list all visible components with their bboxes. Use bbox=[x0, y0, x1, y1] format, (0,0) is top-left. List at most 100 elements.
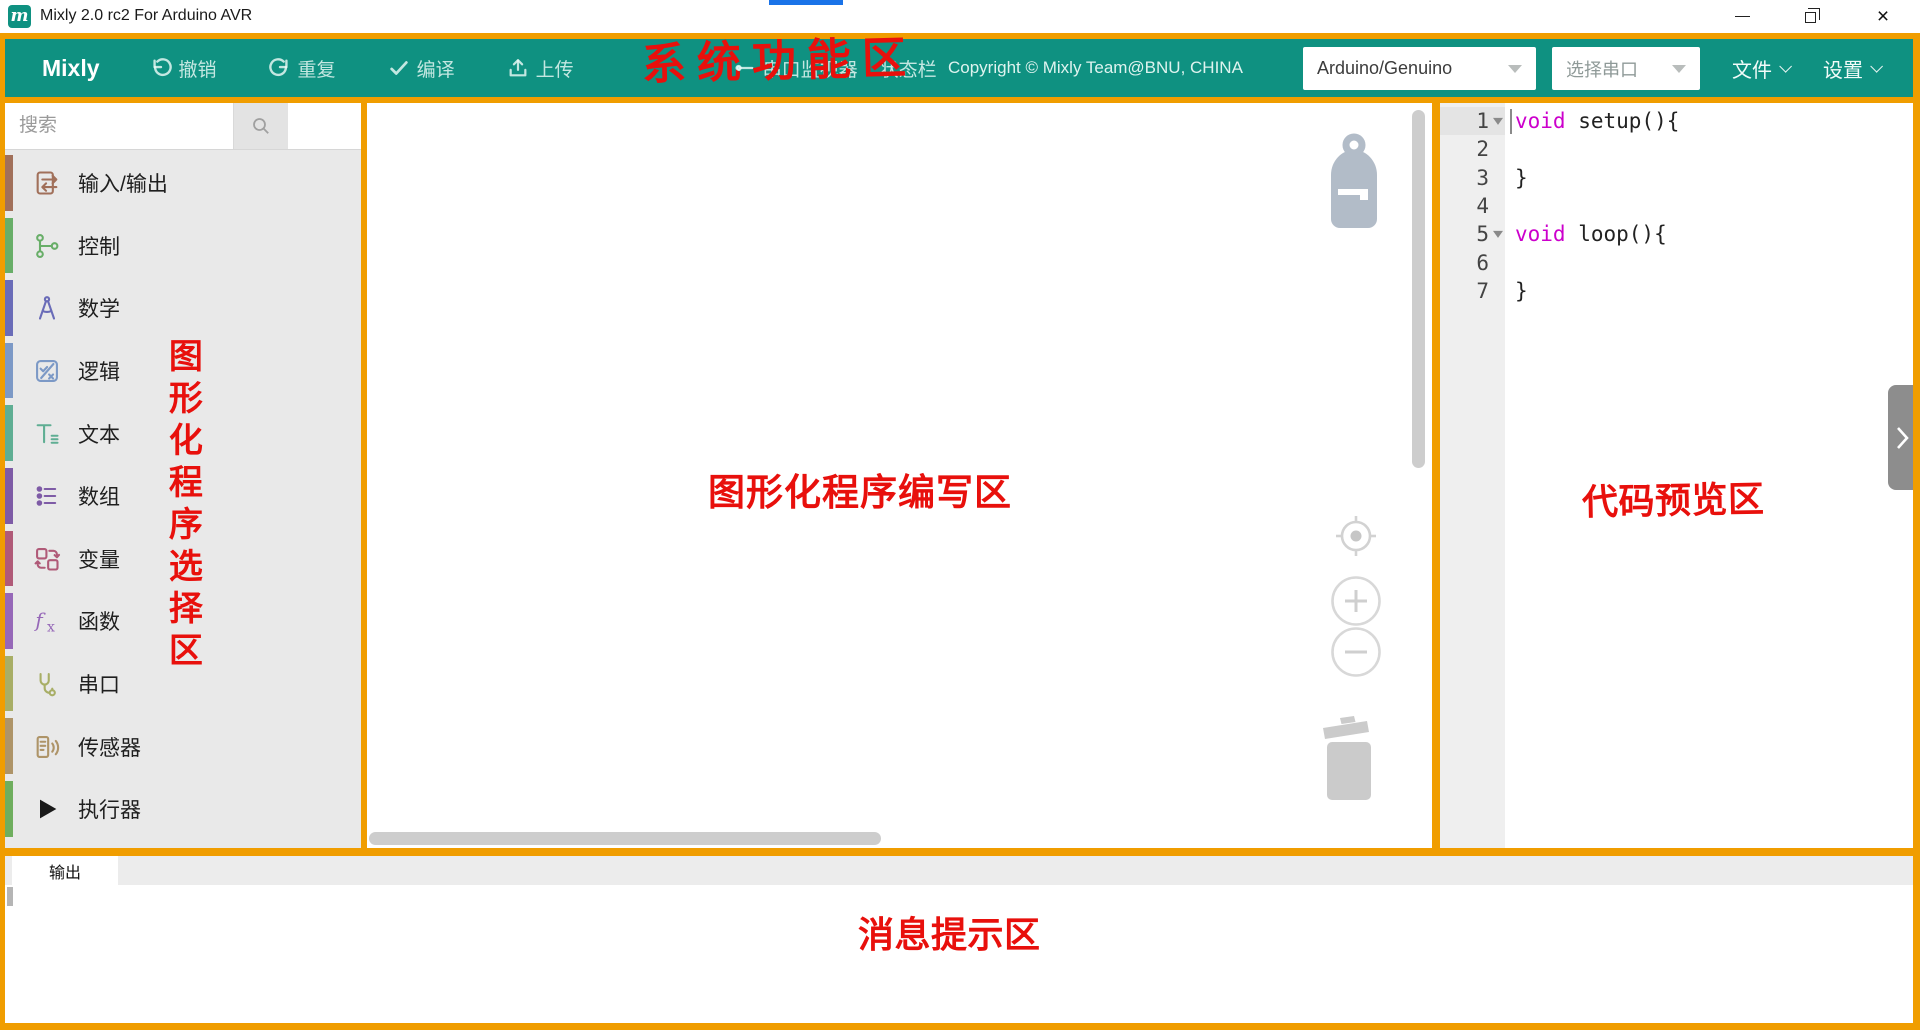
category-color-bar bbox=[5, 531, 13, 587]
sidebar-item-io[interactable]: 输入/输出 bbox=[5, 152, 361, 215]
undo-icon bbox=[150, 57, 172, 79]
search-row bbox=[5, 103, 361, 150]
copyright-text: Copyright © Mixly Team@BNU, CHINA bbox=[948, 39, 1243, 97]
sidebar-item-array[interactable]: 数组 bbox=[5, 465, 361, 528]
trash-icon[interactable] bbox=[1318, 710, 1380, 807]
restore-button[interactable] bbox=[1787, 0, 1833, 32]
settings-menu-label: 设置 bbox=[1823, 54, 1863, 83]
undo-button[interactable]: 撤销 bbox=[150, 55, 217, 82]
search-button[interactable] bbox=[233, 103, 288, 149]
serial-monitor-button[interactable]: 串口监视器 bbox=[734, 55, 858, 82]
zoom-reset-button[interactable] bbox=[1333, 513, 1379, 564]
backpack-icon[interactable] bbox=[1322, 133, 1386, 235]
mixly-window: m Mixly 2.0 rc2 For Arduino AVR × Mixly … bbox=[0, 0, 1920, 1030]
category-label: 数学 bbox=[78, 293, 120, 323]
line-number: 2 bbox=[1440, 135, 1505, 163]
close-icon: × bbox=[1877, 6, 1889, 27]
mixly-menu[interactable]: Mixly bbox=[42, 55, 100, 82]
board-select-value: Arduino/Genuino bbox=[1317, 58, 1500, 79]
search-input[interactable] bbox=[5, 103, 233, 149]
message-panel: 输出 bbox=[5, 856, 1913, 1023]
svg-text:f: f bbox=[33, 609, 46, 632]
category-label: 串口 bbox=[78, 669, 120, 699]
code-line-2[interactable]: 2 bbox=[1440, 135, 1913, 163]
code-line-5[interactable]: 5void loop(){ bbox=[1440, 220, 1913, 248]
sidebar-item-control[interactable]: 控制 bbox=[5, 215, 361, 278]
board-select[interactable]: Arduino/Genuino bbox=[1303, 47, 1536, 90]
category-color-bar bbox=[5, 593, 13, 649]
redo-button[interactable]: 重复 bbox=[269, 55, 336, 82]
search-icon bbox=[251, 116, 271, 136]
zoom-in-button[interactable] bbox=[1330, 575, 1382, 632]
line-number: 5 bbox=[1440, 220, 1505, 248]
frame-right-border bbox=[1913, 33, 1920, 1030]
category-label: 执行器 bbox=[78, 794, 141, 824]
settings-menu[interactable]: 设置 bbox=[1823, 39, 1879, 97]
sidebar-item-math[interactable]: 数学 bbox=[5, 277, 361, 340]
horizontal-scrollbar[interactable] bbox=[369, 832, 881, 845]
block-category-sidebar: 输入/输出控制数学逻辑文本数组变量 fx 函数串口传感器执行器 bbox=[5, 103, 361, 848]
sidebar-item-sensor[interactable]: 传感器 bbox=[5, 715, 361, 778]
sidebar-item-function[interactable]: fx 函数 bbox=[5, 590, 361, 653]
category-color-bar bbox=[5, 718, 13, 774]
category-color-bar bbox=[5, 656, 13, 712]
minimize-button[interactable] bbox=[1719, 0, 1765, 32]
frame-bottom-border bbox=[0, 1023, 1920, 1030]
close-button[interactable]: × bbox=[1860, 0, 1906, 32]
message-panel-scrollbar[interactable] bbox=[7, 887, 13, 906]
file-menu-label: 文件 bbox=[1732, 54, 1772, 83]
chevron-right-icon bbox=[1894, 425, 1910, 451]
upload-button[interactable]: 上传 bbox=[507, 55, 574, 82]
vertical-scrollbar[interactable] bbox=[1412, 110, 1425, 468]
redo-label: 重复 bbox=[298, 55, 336, 82]
sidebar-item-actuator[interactable]: 执行器 bbox=[5, 778, 361, 841]
category-label: 控制 bbox=[78, 231, 120, 261]
fold-arrow-icon[interactable] bbox=[1493, 231, 1503, 238]
code-line-3[interactable]: 3} bbox=[1440, 164, 1913, 192]
sensor-icon bbox=[31, 731, 63, 763]
chevron-down-icon bbox=[1508, 65, 1522, 73]
toolbar-bottom-border bbox=[5, 97, 1913, 103]
line-number: 4 bbox=[1440, 192, 1505, 220]
file-menu[interactable]: 文件 bbox=[1732, 39, 1788, 97]
svg-text:x: x bbox=[47, 620, 55, 636]
status-bar-button[interactable]: 状态栏 bbox=[880, 55, 937, 82]
title-bar: m Mixly 2.0 rc2 For Arduino AVR × bbox=[0, 0, 1920, 33]
port-select[interactable]: 选择串口 bbox=[1552, 47, 1700, 90]
code-line-7[interactable]: 7} bbox=[1440, 277, 1913, 305]
category-color-bar bbox=[5, 155, 13, 211]
sidebar-item-logic[interactable]: 逻辑 bbox=[5, 340, 361, 403]
code-lines[interactable]: 1void setup(){23}45void loop(){67} bbox=[1440, 107, 1913, 305]
zoom-out-button[interactable] bbox=[1330, 626, 1382, 683]
category-label: 变量 bbox=[78, 544, 120, 574]
category-label: 输入/输出 bbox=[78, 168, 168, 198]
category-label: 函数 bbox=[78, 606, 120, 636]
category-color-bar bbox=[5, 468, 13, 524]
code-text: void loop(){ bbox=[1505, 222, 1667, 246]
collapse-code-panel-button[interactable] bbox=[1888, 385, 1915, 490]
sidebar-item-text[interactable]: 文本 bbox=[5, 402, 361, 465]
category-color-bar bbox=[5, 781, 13, 837]
play-icon bbox=[31, 793, 63, 825]
category-color-bar bbox=[5, 218, 13, 274]
compile-icon bbox=[388, 57, 410, 79]
redo-icon bbox=[269, 57, 291, 79]
category-label: 数组 bbox=[78, 481, 120, 511]
plug-icon bbox=[31, 668, 63, 700]
sidebar-item-serial[interactable]: 串口 bbox=[5, 653, 361, 716]
serial-plug-icon bbox=[734, 57, 756, 79]
panel-bottom-border bbox=[5, 848, 1913, 856]
status-bar-label: 状态栏 bbox=[880, 55, 937, 82]
tab-output[interactable]: 输出 bbox=[12, 856, 118, 885]
code-line-4[interactable]: 4 bbox=[1440, 192, 1913, 220]
fold-arrow-icon[interactable] bbox=[1493, 118, 1503, 125]
compass-icon bbox=[31, 292, 63, 324]
blockly-workspace[interactable] bbox=[367, 103, 1432, 848]
line-number: 3 bbox=[1440, 164, 1505, 192]
canvas-right-border bbox=[1432, 103, 1440, 848]
compile-label: 编译 bbox=[417, 55, 455, 82]
category-color-bar bbox=[5, 405, 13, 461]
code-line-6[interactable]: 6 bbox=[1440, 248, 1913, 276]
compile-button[interactable]: 编译 bbox=[388, 55, 455, 82]
sidebar-item-variable[interactable]: 变量 bbox=[5, 528, 361, 591]
